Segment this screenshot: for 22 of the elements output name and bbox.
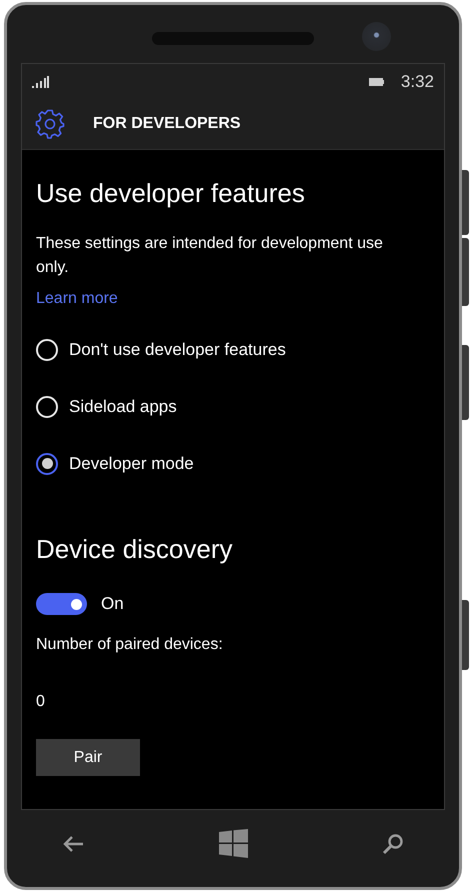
- back-icon[interactable]: [62, 834, 84, 852]
- settings-icon: [35, 109, 65, 139]
- radio-label[interactable]: Sideload apps: [69, 396, 177, 416]
- radio-button[interactable]: [36, 452, 58, 474]
- battery-icon: [368, 78, 384, 86]
- clock-time: 3:32: [400, 72, 434, 92]
- search-icon[interactable]: [382, 832, 404, 854]
- radio-label[interactable]: Developer mode: [69, 454, 194, 474]
- radio-label[interactable]: Don't use developer features: [69, 340, 286, 360]
- paired-devices-label: Number of paired devices:: [36, 636, 223, 654]
- signal-icon: [32, 76, 49, 88]
- page-title: FOR DEVELOPERS: [93, 115, 241, 133]
- learn-more-link[interactable]: Learn more: [36, 287, 118, 311]
- paired-devices-count: 0: [36, 693, 45, 711]
- section-heading: Device discovery: [36, 533, 233, 566]
- toggle-label: On: [101, 594, 124, 614]
- pair-button[interactable]: Pair: [36, 739, 140, 776]
- section-heading: Use developer features: [36, 177, 305, 210]
- toggle-switch[interactable]: [36, 593, 87, 615]
- windows-logo-icon[interactable]: [218, 829, 248, 858]
- camera-lens: [362, 22, 391, 51]
- description-text: These settings are intended for development use only.: [36, 234, 384, 278]
